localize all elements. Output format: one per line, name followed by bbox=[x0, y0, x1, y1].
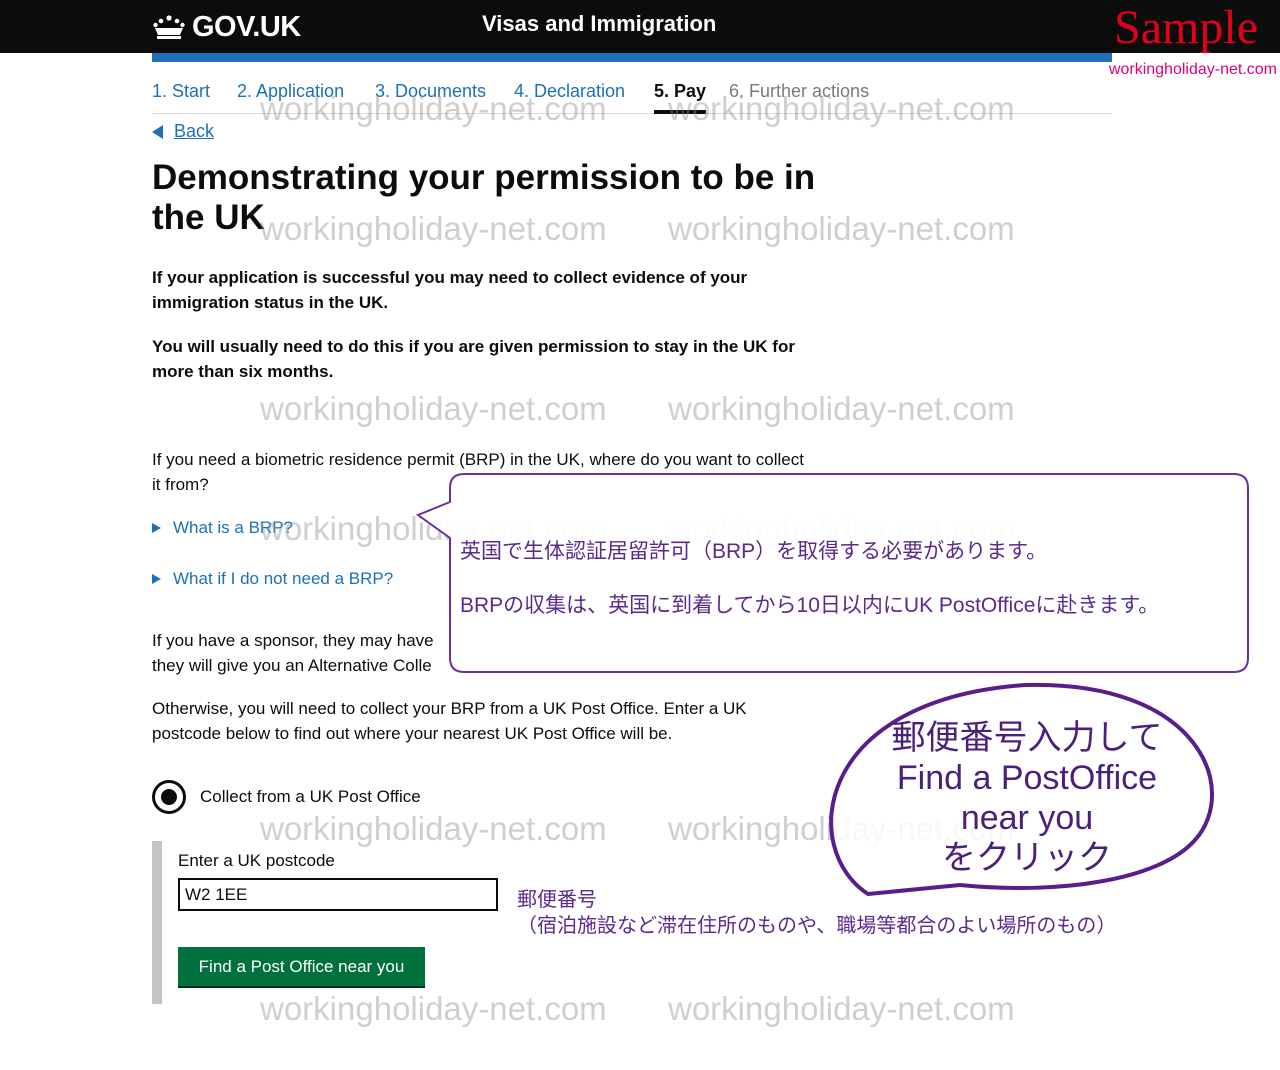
watermark: workingholiday-net.com bbox=[260, 390, 607, 427]
postcode-note-line-1: 郵便番号 bbox=[517, 889, 597, 911]
back-link-label: Back bbox=[174, 121, 215, 141]
back-link[interactable]: Back bbox=[152, 121, 214, 142]
otherwise-paragraph: Otherwise, you will need to collect your… bbox=[152, 699, 747, 743]
post-office-radio-label[interactable]: Collect from a UK Post Office bbox=[200, 787, 421, 807]
govuk-logo[interactable]: GOV.UK bbox=[152, 9, 301, 45]
bubble-line-4: をクリック bbox=[942, 839, 1112, 877]
bubble-line-2: Find a PostOffice bbox=[896, 759, 1158, 797]
disclosure-triangle-icon bbox=[152, 523, 161, 533]
service-name[interactable]: Visas and Immigration bbox=[482, 11, 716, 37]
sponsor-line-1: If you have a sponsor, they may have bbox=[152, 631, 434, 650]
back-arrow-icon bbox=[152, 124, 163, 139]
disclosure-triangle-icon bbox=[152, 574, 161, 584]
details-what-is-brp-label: What is a BRP? bbox=[173, 518, 293, 537]
step-application[interactable]: 2. Application bbox=[237, 81, 344, 102]
speech-bubble-text: 郵便番号入力して Find a PostOffice near you をクリッ… bbox=[832, 718, 1222, 878]
details-no-brp-needed-label: What if I do not need a BRP? bbox=[173, 569, 394, 588]
sample-site-label: workingholiday-net.com bbox=[1108, 61, 1277, 78]
details-what-is-brp[interactable]: What is a BRP? bbox=[152, 518, 293, 538]
step-navigation: 1. Start 2. Application 3. Documents 4. … bbox=[152, 80, 1112, 114]
page-title: Demonstrating your permission to be in t… bbox=[152, 158, 816, 237]
logo-text: GOV.UK bbox=[192, 10, 301, 43]
bubble-line-1: 郵便番号入力して bbox=[891, 719, 1163, 757]
header-accent-bar bbox=[152, 53, 1112, 62]
step-further-actions: 6. Further actions bbox=[729, 81, 870, 101]
postcode-input[interactable] bbox=[178, 878, 498, 911]
crown-icon bbox=[153, 15, 185, 39]
postcode-note-line-2: （宿泊施設など滞在住所のものや、職場等都合のよい場所のもの） bbox=[517, 915, 1117, 937]
postcode-label: Enter a UK postcode bbox=[178, 851, 335, 870]
watermark: workingholiday-net.com bbox=[260, 990, 607, 1027]
step-pay[interactable]: 5. Pay bbox=[654, 81, 707, 114]
bubble-line-3: near you bbox=[960, 799, 1094, 837]
brp-question: If you need a biometric residence permit… bbox=[152, 450, 804, 494]
step-start[interactable]: 1. Start bbox=[152, 81, 210, 102]
sponsor-line-2: they will give you an Alternative Colle bbox=[152, 656, 432, 675]
watermark: workingholiday-net.com bbox=[260, 810, 607, 847]
radio-selected-dot bbox=[161, 789, 177, 805]
collect-post-office-option[interactable]: Collect from a UK Post Office bbox=[152, 780, 421, 814]
callout-line-2: BRPの収集は、英国に到着してから10日以内にUK PostOfficeに赴きま… bbox=[460, 594, 1160, 617]
post-office-radio[interactable] bbox=[152, 780, 186, 814]
conditional-reveal-bar bbox=[152, 841, 162, 1004]
step-documents[interactable]: 3. Documents bbox=[375, 81, 486, 102]
find-post-office-button[interactable]: Find a Post Office near you bbox=[178, 947, 425, 986]
watermark: workingholiday-net.com bbox=[668, 390, 1015, 427]
sponsor-paragraph: If you have a sponsor, they may have the… bbox=[152, 628, 812, 678]
callout-line-1: 英国で生体認証居留許可（BRP）を取得する必要があります。 bbox=[460, 540, 1048, 563]
watermark: workingholiday-net.com bbox=[668, 990, 1015, 1027]
lead-paragraph-1: If your application is successful you ma… bbox=[152, 268, 748, 312]
sample-label: Sample bbox=[1114, 1, 1258, 54]
details-no-brp-needed[interactable]: What if I do not need a BRP? bbox=[152, 569, 393, 589]
step-declaration[interactable]: 4. Declaration bbox=[514, 81, 625, 102]
lead-paragraph-2: You will usually need to do this if you … bbox=[152, 337, 795, 381]
